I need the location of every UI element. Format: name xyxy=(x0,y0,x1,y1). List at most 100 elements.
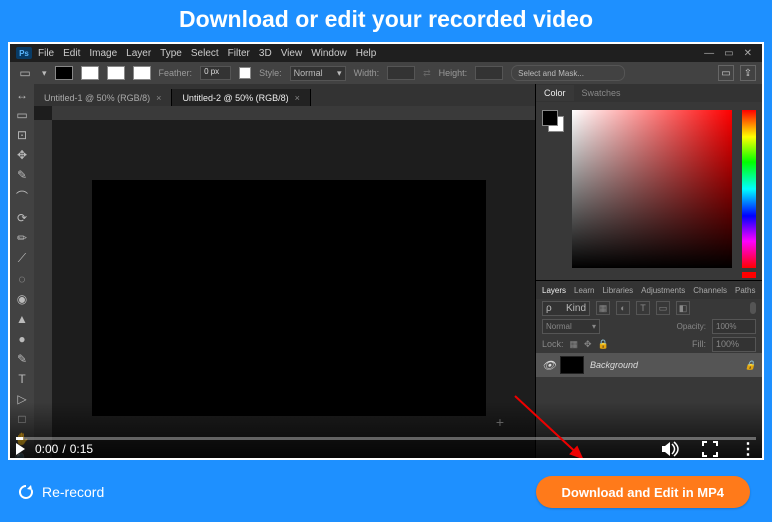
style-label: Style: xyxy=(259,68,282,78)
photoshop-logo-icon: Ps xyxy=(16,47,32,59)
share-icon[interactable]: ⇪ xyxy=(740,65,756,81)
restore-button[interactable]: ▭ xyxy=(724,48,733,59)
fg-bg-swatch-icon[interactable] xyxy=(542,110,564,132)
panel-tab-channels[interactable]: Channels xyxy=(693,286,727,295)
page-title: Download or edit your recorded video xyxy=(0,0,772,33)
panel-tab-layers[interactable]: Layers xyxy=(542,286,566,295)
play-button[interactable] xyxy=(16,443,25,455)
tool-2[interactable]: ⊡ xyxy=(13,128,31,142)
filter-toggle[interactable] xyxy=(750,302,756,314)
time-current: 0:00 xyxy=(35,442,58,456)
menu-3d[interactable]: 3D xyxy=(259,48,272,59)
height-label: Height: xyxy=(439,68,468,78)
ruler-horizontal xyxy=(52,106,536,120)
panel-tab-color[interactable]: Color xyxy=(536,85,574,101)
search-docs-icon[interactable]: ▭ xyxy=(718,65,734,81)
document-tab[interactable]: Untitled-1 @ 50% (RGB/8)× xyxy=(34,89,172,107)
int-sel-icon[interactable] xyxy=(133,66,151,80)
lock-position-icon[interactable]: ✥ xyxy=(584,339,592,350)
menu-type[interactable]: Type xyxy=(160,48,182,59)
tool-13[interactable]: ✎ xyxy=(13,352,31,366)
color-picker[interactable] xyxy=(572,110,732,268)
marquee-icon: ▭ xyxy=(16,64,34,82)
canvas[interactable]: + xyxy=(92,180,486,416)
filter-pixel-icon[interactable]: ▦ xyxy=(596,301,610,315)
tool-14[interactable]: T xyxy=(13,372,31,386)
layer-filter-dropdown[interactable]: ρKind xyxy=(542,301,590,316)
tool-3[interactable]: ✥ xyxy=(13,148,31,162)
tool-9[interactable]: ◌ xyxy=(13,272,31,286)
tool-12[interactable]: ● xyxy=(13,332,31,346)
panel-tab-libraries[interactable]: Libraries xyxy=(602,286,633,295)
close-button[interactable]: ✕ xyxy=(744,48,752,59)
fullscreen-icon[interactable] xyxy=(702,441,718,457)
feather-input[interactable]: 0 px xyxy=(200,66,231,80)
layer-row[interactable]: 👁 Background 🔒 xyxy=(536,353,762,377)
tool-8[interactable]: ⟋ xyxy=(13,251,31,266)
filter-smart-icon[interactable]: ◧ xyxy=(676,301,690,315)
lock-all-icon[interactable]: 🔒 xyxy=(598,339,609,350)
filter-type-icon[interactable]: T xyxy=(636,301,650,315)
tool-6[interactable]: ⟳ xyxy=(13,211,31,225)
feather-label: Feather: xyxy=(159,68,193,78)
layer-name: Background xyxy=(590,360,638,370)
lock-label: Lock: xyxy=(542,339,564,349)
menu-layer[interactable]: Layer xyxy=(126,48,151,59)
time-duration: 0:15 xyxy=(70,442,93,456)
minimize-button[interactable]: — xyxy=(704,48,714,59)
fill-input[interactable]: 100% xyxy=(712,337,756,352)
new-sel-icon[interactable] xyxy=(55,66,73,80)
filter-adjust-icon[interactable]: ◐ xyxy=(616,301,630,315)
volume-icon[interactable] xyxy=(662,441,680,457)
hue-slider[interactable] xyxy=(742,110,756,268)
layers-panel: Layers Learn Libraries Adjustments Channels P… xyxy=(536,281,762,377)
rerecord-button[interactable]: Re-record xyxy=(18,484,104,500)
panel-tab-learn[interactable]: Learn xyxy=(574,286,594,295)
width-input[interactable] xyxy=(387,66,415,80)
panel-tab-adjustments[interactable]: Adjustments xyxy=(641,286,685,295)
panel-tab-paths[interactable]: Paths xyxy=(735,286,755,295)
tool-0[interactable]: ↔ xyxy=(13,88,31,102)
layer-thumb-icon xyxy=(560,356,584,374)
menu-filter[interactable]: Filter xyxy=(228,48,250,59)
download-edit-button[interactable]: Download and Edit in MP4 xyxy=(536,476,751,508)
select-and-mask-button[interactable]: Select and Mask... xyxy=(511,65,625,81)
lock-pixels-icon[interactable]: ▦ xyxy=(570,339,579,350)
lock-icon: 🔒 xyxy=(745,360,756,371)
close-tab-icon[interactable]: × xyxy=(295,93,300,103)
tool-4[interactable]: ✎ xyxy=(13,168,31,182)
tool-10[interactable]: ◉ xyxy=(13,292,31,306)
visibility-eye-icon[interactable]: 👁 xyxy=(542,359,554,372)
sub-sel-icon[interactable] xyxy=(107,66,125,80)
menu-window[interactable]: Window xyxy=(311,48,347,59)
menu-view[interactable]: View xyxy=(281,48,303,59)
menu-image[interactable]: Image xyxy=(89,48,117,59)
photoshop-ui: Ps File Edit Image Layer Type Select Filter 3D V… xyxy=(10,44,762,458)
more-icon[interactable]: ⋮ xyxy=(740,439,756,459)
menu-edit[interactable]: Edit xyxy=(63,48,80,59)
filter-shape-icon[interactable]: ▭ xyxy=(656,301,670,315)
close-tab-icon[interactable]: × xyxy=(156,93,161,103)
opacity-label: Opacity: xyxy=(677,322,706,331)
fill-label: Fill: xyxy=(692,339,706,349)
current-color-swatch xyxy=(742,272,756,278)
width-label: Width: xyxy=(354,68,380,78)
style-dropdown[interactable]: Normal▾ xyxy=(290,66,346,81)
tool-5[interactable]: ⌒ xyxy=(13,188,31,205)
height-input[interactable] xyxy=(475,66,503,80)
menu-help[interactable]: Help xyxy=(356,48,377,59)
titlebar: Ps File Edit Image Layer Type Select Filter 3D V… xyxy=(10,44,762,62)
menu-select[interactable]: Select xyxy=(191,48,219,59)
tool-1[interactable]: ▭ xyxy=(13,108,31,122)
panel-tab-swatches[interactable]: Swatches xyxy=(574,85,629,101)
tool-11[interactable]: ▲ xyxy=(13,312,31,326)
document-tab[interactable]: Untitled-2 @ 50% (RGB/8)× xyxy=(172,89,310,107)
tool-7[interactable]: ✏ xyxy=(13,231,31,245)
antialias-checkbox[interactable] xyxy=(239,67,251,79)
opacity-input[interactable]: 100% xyxy=(712,319,756,334)
options-bar: ▭ ▾ Feather: 0 px Style: Normal▾ Width: … xyxy=(10,62,762,85)
video-controls: 0:00 / 0:15 ⋮ xyxy=(10,402,762,458)
add-sel-icon[interactable] xyxy=(81,66,99,80)
menu-file[interactable]: File xyxy=(38,48,54,59)
blend-mode-dropdown[interactable]: Normal▾ xyxy=(542,319,600,334)
